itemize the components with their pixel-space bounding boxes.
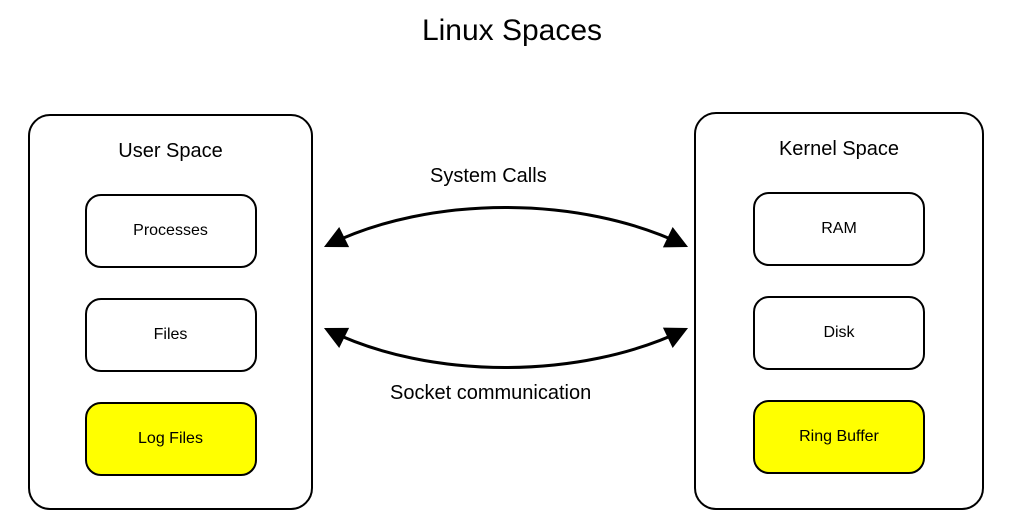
user-space-panel: User Space Processes Files Log Files bbox=[28, 114, 313, 510]
user-space-item-files: Files bbox=[85, 298, 257, 372]
arrow-system-calls bbox=[328, 208, 684, 246]
kernel-space-item-ram: RAM bbox=[753, 192, 925, 266]
item-label: Files bbox=[154, 326, 188, 344]
label-socket-communication: Socket communication bbox=[390, 382, 591, 405]
item-label: Disk bbox=[823, 324, 854, 342]
item-label: Log Files bbox=[138, 430, 203, 448]
diagram-title: Linux Spaces bbox=[0, 14, 1024, 48]
kernel-space-items: RAM Disk Ring Buffer bbox=[696, 192, 982, 474]
item-label: Ring Buffer bbox=[799, 428, 879, 446]
item-label: RAM bbox=[821, 220, 857, 238]
user-space-items: Processes Files Log Files bbox=[30, 194, 311, 476]
kernel-space-panel: Kernel Space RAM Disk Ring Buffer bbox=[694, 112, 984, 510]
label-system-calls: System Calls bbox=[430, 165, 547, 188]
kernel-space-item-disk: Disk bbox=[753, 296, 925, 370]
user-space-item-processes: Processes bbox=[85, 194, 257, 268]
user-space-title: User Space bbox=[30, 140, 311, 163]
user-space-item-logfiles: Log Files bbox=[85, 402, 257, 476]
arrow-socket-communication bbox=[328, 330, 684, 368]
kernel-space-title: Kernel Space bbox=[696, 138, 982, 161]
diagram-stage: Linux Spaces User Space Processes Files … bbox=[0, 0, 1024, 530]
kernel-space-item-ringbuffer: Ring Buffer bbox=[753, 400, 925, 474]
item-label: Processes bbox=[133, 222, 208, 240]
